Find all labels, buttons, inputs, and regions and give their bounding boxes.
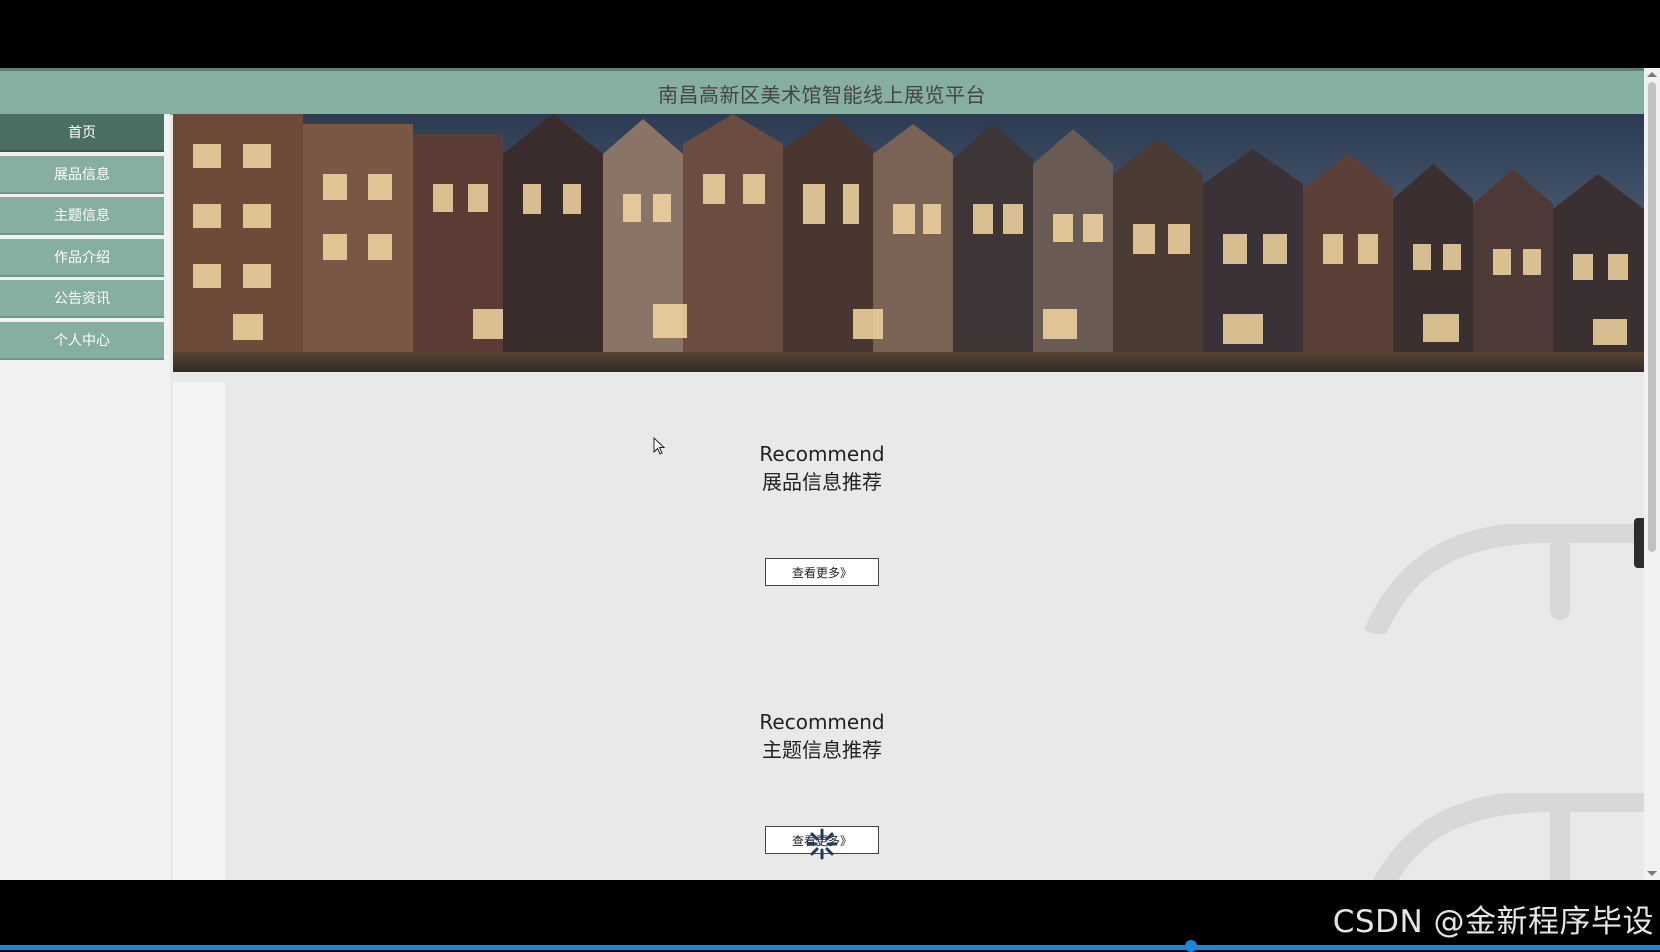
scroll-down-arrow-icon[interactable]: [1647, 871, 1657, 876]
scrollbar-thumb[interactable]: [1648, 82, 1656, 552]
sidebar-item-profile[interactable]: 个人中心: [0, 321, 164, 360]
decorative-arc-icon: [1372, 793, 1644, 880]
vertical-scrollbar[interactable]: [1644, 68, 1660, 880]
sidebar-item-themes[interactable]: 主题信息: [0, 197, 164, 235]
sidebar-item-works[interactable]: 作品介绍: [0, 238, 164, 277]
section-title-zh: 主题信息推荐: [762, 738, 882, 762]
content-left-strip: [173, 382, 225, 880]
csdn-watermark: CSDN @金新程序毕设: [1332, 904, 1654, 940]
section-title-en: Recommend: [759, 442, 885, 466]
scroll-up-arrow-icon[interactable]: [1647, 72, 1657, 77]
decorative-arc-icon: [1364, 524, 1644, 634]
sidebar-item-exhibits[interactable]: 展品信息: [0, 155, 164, 194]
video-progress-bar[interactable]: [0, 945, 1660, 950]
sidebar-nav: 首页 展品信息 主题信息 作品介绍 公告资讯 个人中心: [0, 114, 170, 880]
mouse-cursor-icon: [653, 437, 666, 455]
section-exhibit-recommend: Recommend 展品信息推荐: [700, 440, 944, 496]
sidebar-item-notices[interactable]: 公告资讯: [0, 280, 164, 318]
sidebar-item-home[interactable]: 首页: [0, 114, 164, 152]
loading-spinner-icon: [806, 828, 838, 860]
section-title-zh: 展品信息推荐: [762, 470, 882, 494]
site-title: 南昌高新区美术馆智能线上展览平台: [658, 82, 986, 107]
site-header: 南昌高新区美术馆智能线上展览平台: [0, 68, 1644, 115]
browser-page: 南昌高新区美术馆智能线上展览平台 首页 展品信息 主题信息 作品介绍 公告资讯 …: [0, 68, 1660, 880]
section-title-en: Recommend: [759, 710, 885, 734]
hero-banner-image: [173, 114, 1644, 372]
view-more-button[interactable]: 查看更多》: [765, 558, 879, 586]
video-progress-handle[interactable]: [1185, 940, 1197, 952]
section-theme-recommend: Recommend 主题信息推荐: [700, 708, 944, 764]
